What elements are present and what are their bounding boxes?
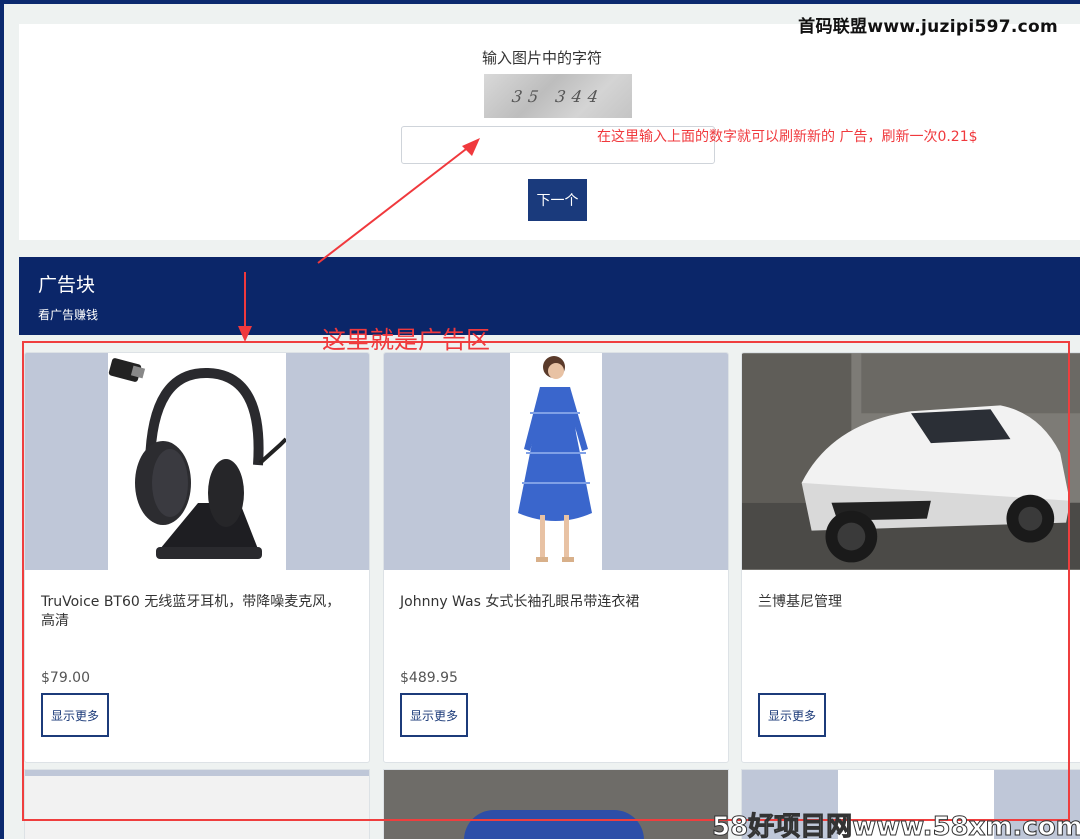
product-title[interactable]: 兰博基尼管理 <box>758 593 1063 612</box>
car-icon <box>742 353 1080 570</box>
ad-block-title: 广告块 <box>38 274 96 296</box>
dress-icon <box>518 356 592 562</box>
ad-area-annotation: 这里就是广告区 <box>322 326 490 354</box>
product-image-headset[interactable] <box>25 353 369 570</box>
show-more-button[interactable]: 显示更多 <box>41 693 109 737</box>
product-title[interactable]: Johnny Was 女式长袖孔眼吊带连衣裙 <box>400 593 705 612</box>
captcha-hint-annotation: 在这里输入上面的数字就可以刷新新的 广告，刷新一次0.21$ <box>597 129 978 145</box>
headset-icon <box>108 358 286 559</box>
show-more-button[interactable]: 显示更多 <box>758 693 826 737</box>
product-image-dress[interactable] <box>384 353 728 570</box>
product-card-partial[interactable] <box>24 769 370 839</box>
product-image-car[interactable] <box>742 353 1080 570</box>
product-card-partial[interactable] <box>383 769 729 839</box>
captcha-prompt: 输入图片中的字符 <box>481 49 602 67</box>
ad-block-subtitle: 看广告赚钱 <box>38 308 99 322</box>
show-more-button[interactable]: 显示更多 <box>400 693 468 737</box>
page: 输入图片中的字符 35 344 下一个 在这里输入上面的数字就可以刷新新的 广告… <box>4 4 1080 839</box>
ad-banner: 广告块 看广告赚钱 <box>19 257 1080 335</box>
product-card[interactable]: 兰博基尼管理 显示更多 <box>741 352 1080 763</box>
watermark-top: 首码联盟www.juzipi597.com <box>798 17 1058 37</box>
captcha-image: 35 344 <box>484 74 632 118</box>
product-card[interactable]: TruVoice BT60 无线蓝牙耳机，带降噪麦克风，高清 $79.00 显示… <box>24 352 370 763</box>
product-price: $489.95 <box>400 670 458 686</box>
captcha-text: 35 344 <box>510 86 606 106</box>
product-title[interactable]: TruVoice BT60 无线蓝牙耳机，带降噪麦克风，高清 <box>41 593 346 631</box>
next-button[interactable]: 下一个 <box>528 179 587 221</box>
product-price: $79.00 <box>41 670 90 686</box>
watermark-bottom: 58好项目网www.58xm.com <box>712 812 1080 839</box>
product-card[interactable]: Johnny Was 女式长袖孔眼吊带连衣裙 $489.95 显示更多 <box>383 352 729 763</box>
